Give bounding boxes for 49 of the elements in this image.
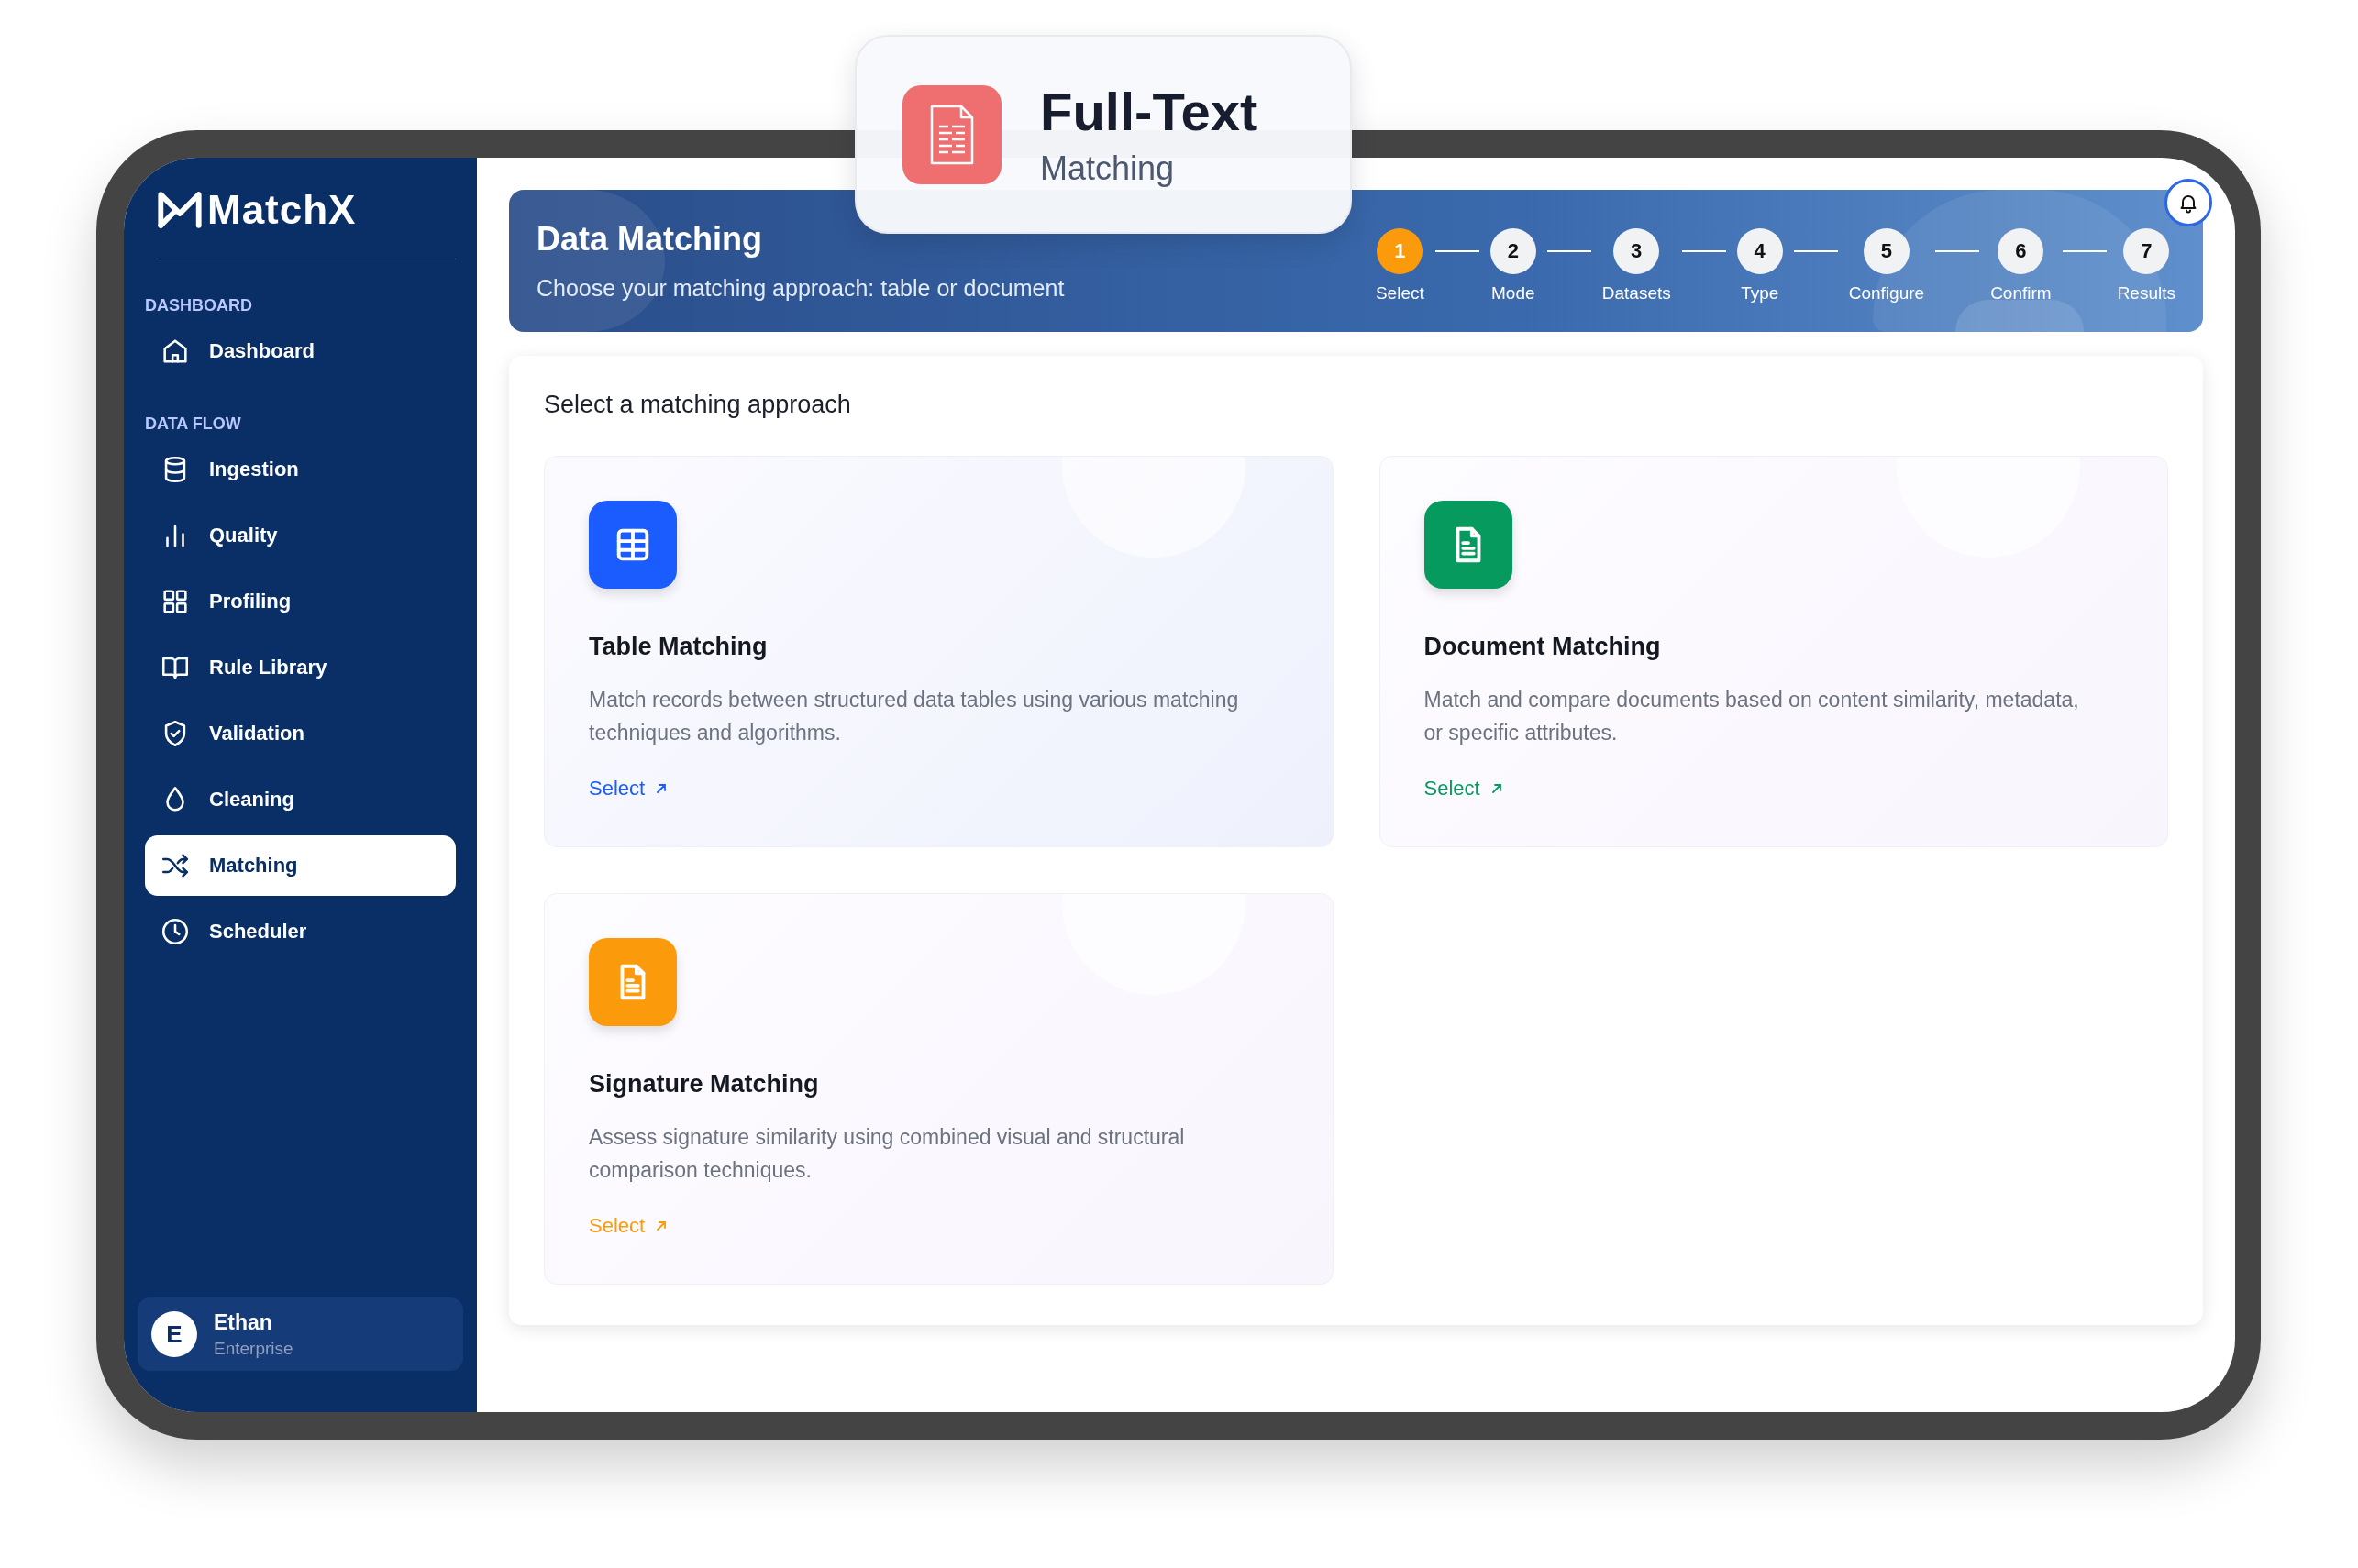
section-label: DASHBOARD bbox=[145, 296, 253, 315]
step-number[interactable]: 2 bbox=[1489, 227, 1536, 274]
select-link[interactable]: Select bbox=[1423, 777, 1504, 801]
step-number[interactable]: 5 bbox=[1863, 227, 1910, 274]
section-label: DATA FLOW bbox=[145, 414, 242, 434]
user-plan: Enterprise bbox=[214, 1338, 293, 1359]
sidebar-item[interactable]: Matching bbox=[145, 835, 456, 896]
step-label: Datasets bbox=[1601, 282, 1671, 304]
card-description: Assess signature similarity using combined visual and structural comparison techniques. bbox=[589, 1124, 1186, 1184]
step-number[interactable]: 6 bbox=[1998, 227, 2044, 274]
sidebar-item[interactable]: Dashboard bbox=[145, 321, 456, 381]
card-description: Match and compare documents based on content similarity, metadata, or specific attributes. bbox=[1423, 687, 2080, 746]
step-label: Mode bbox=[1491, 282, 1535, 304]
page-title: Data Matching bbox=[537, 220, 764, 259]
card-title: Table Matching bbox=[589, 633, 769, 661]
step-number[interactable]: 4 bbox=[1736, 227, 1783, 274]
badge-subtitle: Matching bbox=[1040, 149, 1176, 188]
logo-mark-icon bbox=[156, 190, 204, 230]
card-title: Document Matching bbox=[1423, 633, 1662, 661]
approach-card[interactable]: Document Matching Match and compare documents based on content similarity, metadata, or specific attributes. Select bbox=[1378, 456, 2168, 847]
step-label: Select bbox=[1375, 282, 1424, 304]
sidebar-item[interactable]: Cleaning bbox=[145, 769, 456, 830]
step-label: Configure bbox=[1848, 282, 1925, 304]
notification-button[interactable] bbox=[2164, 179, 2212, 226]
step-number[interactable]: 3 bbox=[1613, 227, 1660, 274]
user-name: Ethan bbox=[214, 1309, 273, 1335]
sidebar-item[interactable]: Ingestion bbox=[145, 439, 456, 500]
card-description: Match records between structured data tables using various matching techniques and algorithms. bbox=[589, 687, 1240, 746]
logo-text: MatchX bbox=[207, 187, 357, 233]
badge-title: Full-Text bbox=[1040, 81, 1258, 142]
step-label: Confirm bbox=[1990, 282, 2052, 304]
sidebar-item[interactable]: Quality bbox=[145, 505, 456, 566]
step-label: Results bbox=[2117, 282, 2175, 304]
avatar: E bbox=[151, 1311, 197, 1357]
sidebar-item[interactable]: Scheduler bbox=[145, 901, 456, 962]
select-link[interactable]: Select bbox=[589, 777, 670, 801]
approach-card[interactable]: Signature Matching Assess signature similarity using combined visual and structural comparison techniques. Select bbox=[544, 893, 1334, 1285]
section-heading: Select a matching approach bbox=[544, 391, 852, 419]
clock-icon bbox=[160, 916, 191, 947]
approach-card[interactable]: Table Matching Match records between structured data tables using various matching techniques and algorithms. Select bbox=[544, 456, 1334, 847]
sidebar-item[interactable]: Rule Library bbox=[145, 637, 456, 698]
step-number[interactable]: 7 bbox=[2123, 227, 2170, 274]
card-title: Signature Matching bbox=[589, 1070, 820, 1099]
page-subtitle: Choose your matching approach: table or document bbox=[537, 275, 1065, 302]
sidebar-item[interactable]: Validation bbox=[145, 703, 456, 764]
sidebar-item[interactable]: Profiling bbox=[145, 571, 456, 632]
step-label: Type bbox=[1741, 282, 1779, 304]
user-card[interactable]: E Ethan Enterprise bbox=[138, 1297, 463, 1371]
document-icon bbox=[902, 84, 1002, 184]
